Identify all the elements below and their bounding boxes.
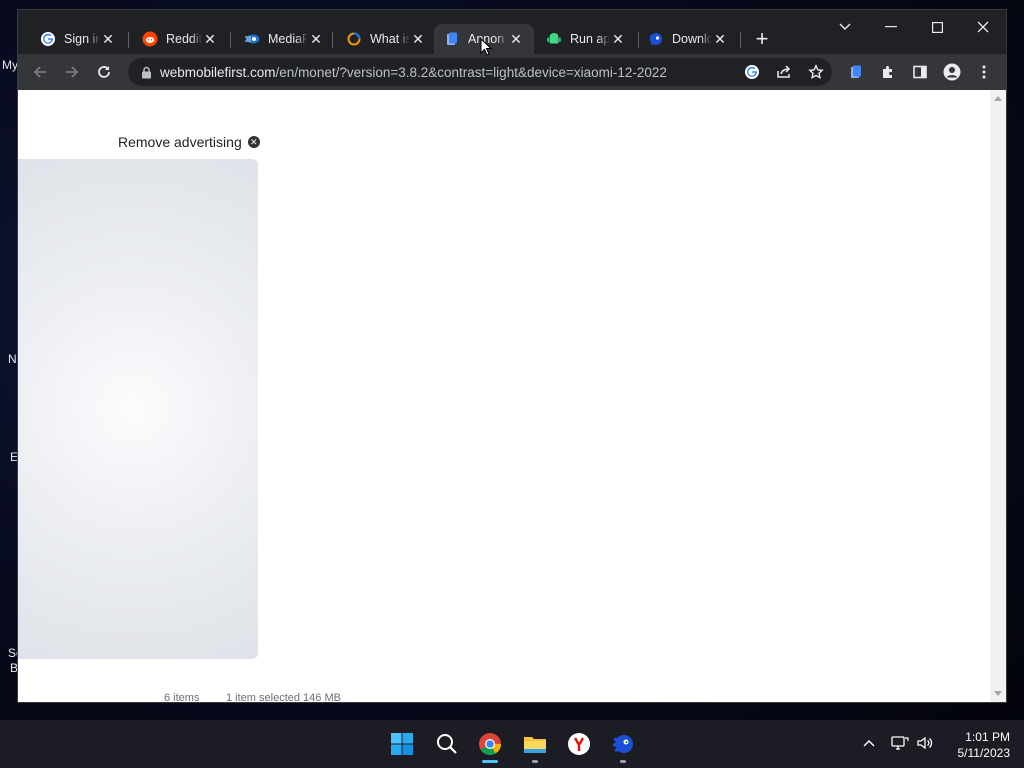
clock-time: 1:01 PM: [965, 730, 1010, 744]
desktop-icon-label[interactable]: E: [10, 450, 18, 464]
speaker-icon: [917, 736, 933, 750]
back-button[interactable]: [26, 58, 54, 86]
show-hidden-icons-button[interactable]: [858, 732, 880, 754]
extensions-puzzle-icon[interactable]: [874, 58, 902, 86]
desktop-icon-label[interactable]: N: [8, 352, 17, 366]
tab-label: Run ap: [570, 32, 610, 46]
sonic-icon: [648, 31, 664, 47]
tab-label: What is: [370, 32, 410, 46]
close-icon[interactable]: ✕: [202, 31, 218, 47]
taskbar-sonic-button[interactable]: [607, 728, 639, 760]
close-circle-icon[interactable]: ✕: [247, 136, 260, 148]
google-icon: [40, 31, 56, 47]
chrome-icon: [479, 733, 501, 755]
close-icon: [977, 21, 989, 33]
tab-sign-in[interactable]: Sign in ✕: [30, 24, 126, 54]
reload-button[interactable]: [90, 58, 118, 86]
tab-label: Reddit: [166, 32, 202, 46]
remove-advertising-link[interactable]: Remove advertising ✕: [118, 134, 260, 150]
taskbar-chrome-button[interactable]: [474, 728, 506, 760]
network-icon: [891, 736, 909, 750]
browser-window: Sign in ✕ Reddit ✕ MediaF ✕ What is ✕ An…: [18, 10, 1006, 702]
close-icon[interactable]: ✕: [100, 31, 116, 47]
back-arrow-icon: [33, 66, 46, 78]
close-icon[interactable]: ✕: [508, 31, 524, 47]
taskbar-search-button[interactable]: [431, 728, 463, 760]
page-content: Remove advertising ✕: [18, 90, 990, 702]
bookmark-star-icon[interactable]: [802, 58, 830, 86]
volume-button[interactable]: [914, 732, 936, 754]
tab-search-button[interactable]: [822, 12, 868, 42]
tab-label: Sign in: [64, 32, 100, 46]
tab-run-app[interactable]: Run ap ✕: [536, 24, 636, 54]
share-icon[interactable]: [770, 58, 798, 86]
forward-button[interactable]: [58, 58, 86, 86]
close-icon[interactable]: ✕: [308, 31, 324, 47]
kebab-menu-icon[interactable]: [970, 58, 998, 86]
explorer-status-bar: 6 items 1 item selected 146 MB: [152, 690, 912, 708]
scroll-up-icon[interactable]: [994, 96, 1002, 101]
maximize-icon: [931, 21, 943, 33]
close-icon[interactable]: ✕: [610, 31, 626, 47]
lock-icon[interactable]: [132, 66, 160, 79]
chevron-up-icon: [863, 740, 875, 747]
sonic-icon: [612, 735, 633, 753]
minimize-icon: [885, 26, 897, 28]
minimize-button[interactable]: [868, 12, 914, 42]
browser-toolbar: webmobilefirst.com/en/monet/?version=3.8…: [18, 54, 1006, 90]
forward-arrow-icon: [66, 66, 79, 78]
mediafire-icon: [244, 31, 260, 47]
desktop-icon-label[interactable]: My: [2, 58, 18, 72]
docs-icon: [444, 31, 460, 47]
android-icon: [546, 31, 562, 47]
explorer-items-count: 6 items: [164, 692, 200, 704]
system-clock[interactable]: 1:01 PM 5/11/2023: [944, 729, 1011, 761]
tab-label: MediaF: [268, 32, 308, 46]
folder-icon: [524, 737, 546, 753]
taskbar-file-explorer-button[interactable]: [519, 728, 551, 760]
clock-date: 5/11/2023: [957, 746, 1011, 760]
mouse-cursor-icon: [480, 38, 492, 56]
tab-label: Downlo: [672, 32, 712, 46]
scroll-down-icon[interactable]: [994, 691, 1002, 696]
new-tab-button[interactable]: +: [748, 25, 776, 53]
windows-logo-icon: [391, 733, 413, 755]
taskbar-yandex-button[interactable]: [563, 728, 595, 760]
address-bar[interactable]: webmobilefirst.com/en/monet/?version=3.8…: [128, 58, 832, 86]
reddit-icon: [142, 31, 158, 47]
tab-reddit[interactable]: Reddit ✕: [132, 24, 228, 54]
vertical-scrollbar[interactable]: [990, 90, 1006, 702]
side-panel-icon[interactable]: [906, 58, 934, 86]
tab-mediafire[interactable]: MediaF ✕: [234, 24, 334, 54]
ring-icon: [346, 31, 362, 47]
explorer-selected-info: 1 item selected 146 MB: [226, 692, 341, 704]
yandex-icon: [568, 733, 590, 755]
remove-advertising-label: Remove advertising: [118, 134, 242, 150]
profile-avatar-icon[interactable]: [938, 58, 966, 86]
reload-icon: [98, 66, 110, 78]
close-icon[interactable]: ✕: [410, 31, 426, 47]
tab-what-is[interactable]: What is ✕: [336, 24, 436, 54]
desktop-icon-label[interactable]: B: [10, 661, 18, 675]
maximize-button[interactable]: [914, 12, 960, 42]
close-icon[interactable]: ✕: [712, 31, 728, 47]
chevron-down-icon: [839, 23, 851, 30]
google-lens-icon[interactable]: [738, 58, 766, 86]
search-icon: [437, 734, 457, 754]
url-text[interactable]: webmobilefirst.com/en/monet/?version=3.8…: [160, 65, 667, 80]
tab-download[interactable]: Downlo ✕: [638, 24, 738, 54]
docs-extension-icon[interactable]: [842, 58, 870, 86]
advertisement-placeholder: [18, 159, 258, 659]
tab-strip: Sign in ✕ Reddit ✕ MediaF ✕ What is ✕ An…: [18, 10, 1006, 54]
close-window-button[interactable]: [960, 12, 1006, 42]
start-button[interactable]: [386, 728, 418, 760]
network-status-button[interactable]: [889, 732, 911, 754]
